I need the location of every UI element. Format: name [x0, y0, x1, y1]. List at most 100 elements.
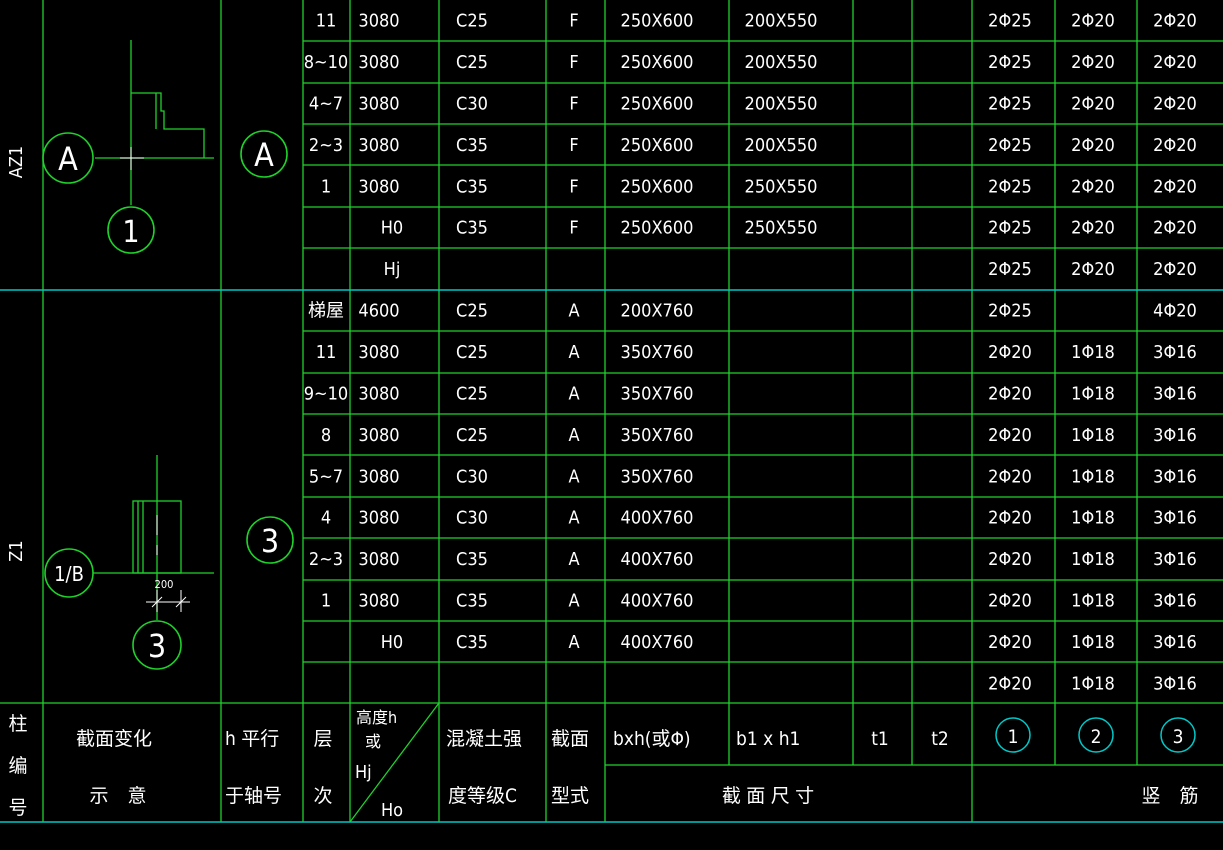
cell-r3: 2Φ20 — [1153, 259, 1197, 280]
header-concrete-2: 度等级C — [448, 785, 517, 807]
cell-bxh: 250X600 — [621, 176, 694, 197]
cell-type: A — [568, 342, 579, 363]
cell-height: 4600 — [358, 301, 399, 322]
header-h-axis-2: 于轴号 — [225, 785, 282, 807]
cell-type: F — [569, 218, 578, 239]
cell-height: 3080 — [358, 549, 399, 570]
cell-b1h1: 250X550 — [745, 218, 818, 239]
header-t1: t1 — [871, 728, 889, 750]
cell-floor: 4 — [321, 508, 331, 529]
cell-floor: 8~10 — [304, 52, 348, 73]
cell-concrete: C25 — [456, 342, 488, 363]
cell-concrete: C30 — [456, 94, 488, 115]
cell-floor: 2~3 — [309, 549, 343, 570]
cell-floor: 9~10 — [304, 384, 348, 405]
cell-height: H0 — [381, 632, 403, 653]
cell-b1h1: 200X550 — [745, 11, 818, 32]
cell-floor: 5~7 — [309, 466, 343, 487]
cell-r2: 2Φ20 — [1071, 259, 1115, 280]
header-section-sketch: 示 意 — [89, 785, 146, 807]
cell-r3: 4Φ20 — [1153, 301, 1197, 322]
cell-height: 3080 — [358, 94, 399, 115]
cell-type: A — [568, 591, 579, 612]
cell-height: 3080 — [358, 508, 399, 529]
cell-bxh: 400X760 — [621, 549, 694, 570]
cell-r3: 2Φ20 — [1153, 176, 1197, 197]
cell-type: A — [568, 508, 579, 529]
cell-concrete: C35 — [456, 549, 488, 570]
cell-r3: 3Φ16 — [1153, 342, 1197, 363]
cell-height: H0 — [381, 218, 403, 239]
cell-height: 3080 — [358, 384, 399, 405]
cell-concrete: C25 — [456, 11, 488, 32]
cell-r3: 3Φ16 — [1153, 591, 1197, 612]
cell-type: F — [569, 135, 578, 156]
cell-r2: 1Φ18 — [1071, 342, 1115, 363]
axis-a-label: A — [58, 140, 78, 178]
axis-1-label: 1 — [122, 215, 139, 250]
header-height-hj: Hj — [355, 762, 372, 783]
cell-floor: 4~7 — [309, 94, 343, 115]
cell-r1: 2Φ20 — [988, 425, 1032, 446]
header-height-or: 或 — [365, 732, 381, 751]
cell-r1: 2Φ25 — [988, 135, 1032, 156]
cell-r1: 2Φ20 — [988, 632, 1032, 653]
cell-concrete: C35 — [456, 632, 488, 653]
cell-b1h1: 250X550 — [745, 176, 818, 197]
cell-height: 3080 — [358, 591, 399, 612]
header-h-axis-1: h 平行 — [225, 728, 279, 750]
cell-type: A — [568, 425, 579, 446]
cell-b1h1: 200X550 — [745, 135, 818, 156]
cell-r1: 2Φ20 — [988, 508, 1032, 529]
h-axis-3-label: 3 — [261, 522, 279, 560]
cell-r3: 3Φ16 — [1153, 384, 1197, 405]
cell-r2: 2Φ20 — [1071, 218, 1115, 239]
cell-r3: 2Φ20 — [1153, 135, 1197, 156]
cell-floor: 1 — [321, 176, 331, 197]
header-section-type-2: 型式 — [551, 785, 589, 807]
cell-r3: 2Φ20 — [1153, 52, 1197, 73]
cell-type: A — [568, 301, 579, 322]
cell-type: F — [569, 11, 578, 32]
cell-bxh: 400X760 — [621, 508, 694, 529]
cell-r1: 2Φ20 — [988, 549, 1032, 570]
cell-height: 3080 — [358, 342, 399, 363]
cell-r3: 3Φ16 — [1153, 549, 1197, 570]
cell-bxh: 350X760 — [621, 342, 694, 363]
header-bar3: 3 — [1173, 726, 1184, 748]
cell-r1: 2Φ25 — [988, 259, 1032, 280]
cell-floor: 8 — [321, 425, 331, 446]
cell-type: A — [568, 384, 579, 405]
cell-r3: 3Φ16 — [1153, 673, 1197, 694]
table-grid — [0, 0, 1223, 823]
cell-height: 3080 — [358, 11, 399, 32]
cell-r1: 2Φ20 — [988, 591, 1032, 612]
cell-height: 3080 — [358, 52, 399, 73]
header-height-ho: Ho — [381, 800, 403, 821]
cell-concrete: C35 — [456, 176, 488, 197]
cell-r1: 2Φ25 — [988, 11, 1032, 32]
cell-r1: 2Φ25 — [988, 52, 1032, 73]
dimension-label: 200 — [155, 578, 174, 591]
header-bxh: bxh(或Φ) — [613, 728, 691, 750]
cell-floor: 11 — [316, 342, 337, 363]
cell-height: Hj — [384, 259, 401, 280]
cell-r3: 3Φ16 — [1153, 508, 1197, 529]
header-floor-1: 层 — [313, 728, 332, 750]
cell-bxh: 350X760 — [621, 425, 694, 446]
cell-r1: 2Φ25 — [988, 176, 1032, 197]
cell-concrete: C25 — [456, 384, 488, 405]
cell-r2: 1Φ18 — [1071, 508, 1115, 529]
cell-floor: 1 — [321, 591, 331, 612]
cell-r2: 1Φ18 — [1071, 591, 1115, 612]
az1-section-sketch — [42, 40, 288, 254]
cell-r1: 2Φ25 — [988, 301, 1032, 322]
cell-concrete: C35 — [456, 218, 488, 239]
cell-concrete: C30 — [456, 466, 488, 487]
cell-bxh: 250X600 — [621, 52, 694, 73]
cell-r3: 3Φ16 — [1153, 466, 1197, 487]
cell-concrete: C25 — [456, 301, 488, 322]
cell-r1: 2Φ20 — [988, 673, 1032, 694]
cell-r3: 3Φ16 — [1153, 632, 1197, 653]
cell-height: 3080 — [358, 176, 399, 197]
